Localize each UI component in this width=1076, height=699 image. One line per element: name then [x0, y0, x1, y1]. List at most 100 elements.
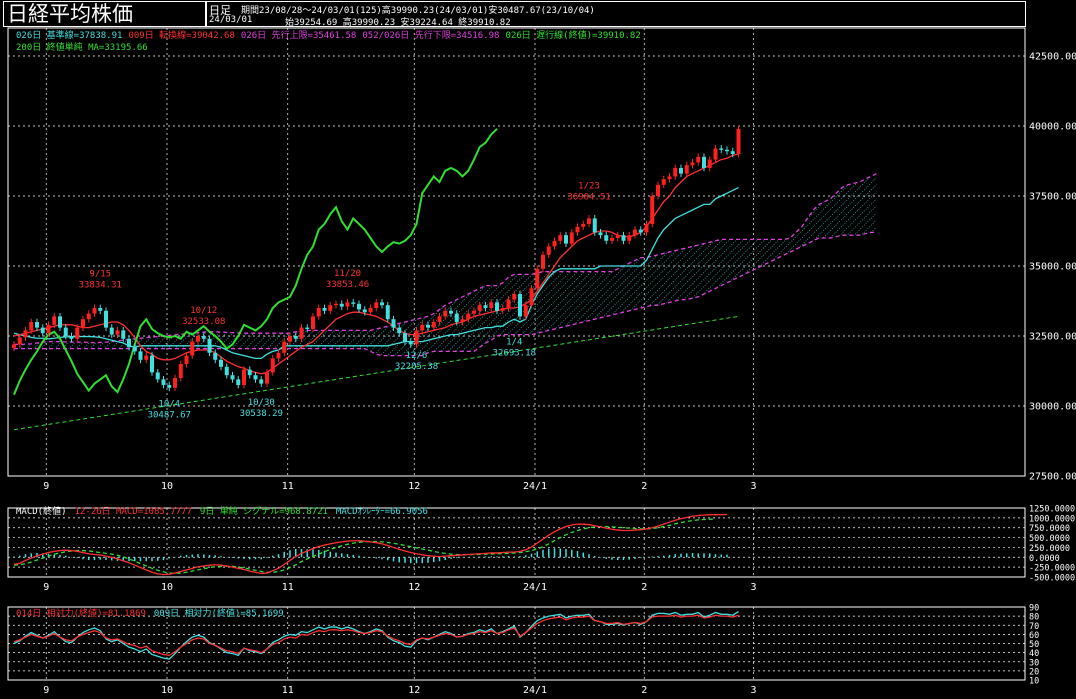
candle-body [63, 327, 68, 336]
candle-body [575, 226, 580, 233]
candle-body [564, 235, 568, 244]
candle-body [253, 375, 258, 380]
candle-body [265, 372, 269, 384]
candle-body [656, 184, 660, 196]
candle-body [98, 308, 103, 311]
x-tick-label: 11 [282, 685, 294, 696]
candle-body [334, 303, 338, 306]
candle-body [673, 168, 678, 177]
candle-body [299, 327, 304, 339]
candle-body [40, 327, 45, 334]
candle-body [259, 379, 264, 384]
y-tick-label: 35000.00 [1029, 262, 1076, 273]
candle-body [431, 322, 436, 328]
annotation-date: 1/4 [506, 338, 522, 348]
candle-body [305, 327, 310, 329]
x-tick-label: 10 [161, 582, 173, 593]
candle-body [696, 156, 701, 163]
candle-body [184, 355, 189, 364]
candle-body [443, 310, 448, 317]
annotation-value: 30487.67 [148, 410, 191, 420]
candle-body [345, 302, 350, 307]
candle-body [196, 336, 200, 342]
candle-body [270, 358, 275, 373]
candle-body [581, 224, 586, 227]
annotation-date: 1/23 [578, 181, 600, 191]
candle-body [587, 218, 591, 224]
candle-body [190, 341, 195, 356]
candle-body [638, 229, 643, 233]
candle-body [219, 359, 223, 367]
candle-body [339, 303, 344, 307]
x-tick-label: 2 [641, 582, 647, 593]
x-tick-label: 12 [408, 481, 420, 492]
rsi14-line [13, 614, 739, 657]
candle-body [437, 316, 442, 322]
candle-body [178, 364, 183, 378]
candle-body [224, 366, 229, 376]
panel-frame [7, 507, 1026, 578]
candle-body [403, 333, 407, 342]
candle-body [52, 316, 57, 325]
legend-item: 052/026日 先行下限=34516.98 [362, 29, 499, 41]
annotation-date: 9/15 [89, 270, 111, 280]
candle-body [610, 238, 614, 241]
candle-body [466, 313, 471, 320]
candle-body [247, 369, 252, 376]
candle-body [391, 319, 396, 328]
candle-body [121, 330, 126, 339]
y-tick-label: -250.0000 [1029, 564, 1075, 574]
candle-body [621, 235, 626, 241]
candle-body [12, 344, 16, 348]
candle-body [29, 322, 34, 331]
candle-body [92, 308, 97, 314]
candle-body [167, 385, 172, 388]
y-tick-label: -500.0000 [1029, 574, 1075, 584]
candle-body [282, 341, 287, 353]
candle-body [17, 337, 22, 345]
candle-body [535, 268, 540, 289]
annotation-value: 33834.31 [79, 281, 122, 291]
candle-body [46, 324, 51, 334]
candle-body [75, 327, 80, 339]
candle-body [598, 232, 603, 236]
candle-body [449, 310, 453, 314]
y-tick-label: 32500.00 [1029, 332, 1076, 343]
y-tick-label: 250.0000 [1029, 544, 1070, 554]
x-tick-label: 3 [750, 685, 756, 696]
candle-body [690, 162, 695, 166]
candle-body [592, 218, 597, 233]
candle-body [558, 235, 563, 241]
candle-body [483, 305, 488, 308]
candle-body [35, 322, 39, 328]
candle-body [518, 294, 522, 317]
candle-body [328, 305, 333, 311]
candle-body [351, 302, 356, 304]
candle-body [460, 319, 465, 322]
x-tick-label: 3 [750, 582, 756, 593]
candle-body [633, 229, 637, 236]
legend-item: 026日 先行上限=35461.58 [241, 29, 356, 41]
candle-body [454, 313, 459, 322]
candle-body [69, 336, 74, 339]
legend-item: 009日 転換線=39042.68 [128, 29, 234, 41]
kumo-cloud [14, 173, 877, 356]
candle-body [357, 303, 361, 310]
y-tick-label: 1000.0000 [1029, 514, 1075, 524]
candle-body [627, 235, 632, 241]
legend-item: 9日 単純 シグナル=968.8721 [200, 505, 328, 517]
y-tick-label: 27500.00 [1029, 472, 1076, 483]
candle-body [420, 324, 425, 331]
candle-body [725, 149, 729, 152]
y-tick-label: 1250.0000 [1029, 505, 1075, 515]
candle-body [512, 294, 517, 300]
annotation-date: 10/4 [158, 399, 180, 409]
annotation-value: 32693.18 [493, 349, 536, 359]
x-tick-label: 2 [641, 481, 647, 492]
x-tick-label: 24/1 [523, 685, 547, 696]
candle-body [242, 369, 246, 385]
macd-line [13, 513, 728, 576]
candle-body [144, 355, 149, 360]
candle-body [397, 327, 402, 334]
candle-body [276, 352, 281, 359]
